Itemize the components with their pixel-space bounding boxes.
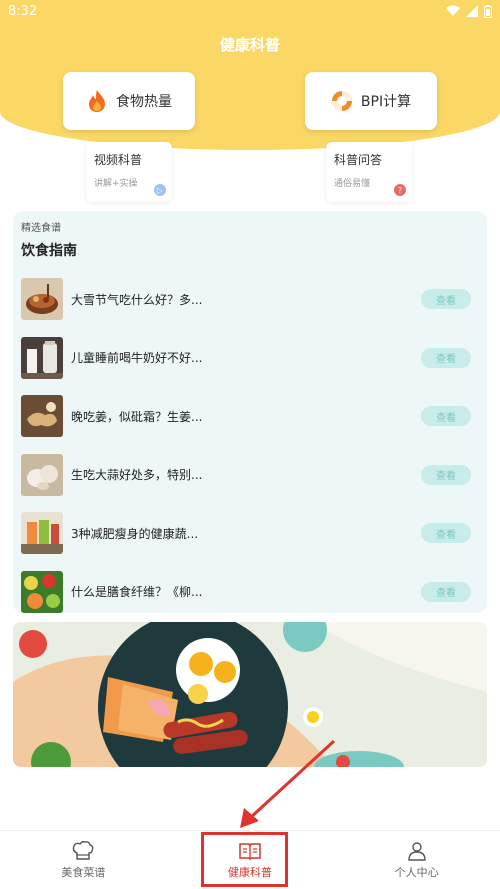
guide-label: 精选食谱 [21, 223, 61, 234]
guide-title: 饮食指南 [21, 243, 77, 259]
list-item[interactable]: 3种减肥瘦身的健康蔬... 查看 [21, 504, 479, 563]
status-icons [446, 4, 492, 18]
bpi-calc-button[interactable]: BPI计算 [305, 72, 437, 130]
ginger-thumbnail [21, 395, 63, 438]
milk-thumbnail [21, 336, 63, 379]
list-item[interactable]: 大雪节气吃什么好？多... 查看 [21, 270, 479, 329]
view-button[interactable]: 查看 [421, 347, 471, 368]
qa-science-title: 科普问答 [334, 153, 383, 167]
page-title: 健康科普 [219, 36, 280, 54]
breakfast-banner-image[interactable] [13, 622, 487, 767]
wifi-icon [446, 5, 460, 16]
diet-guide-panel: 精选食谱 饮食指南 大雪节气吃什么好？多... 查看 儿童睡前喝牛奶好不好...… [13, 211, 487, 613]
guide-list: 大雪节气吃什么好？多... 查看 儿童睡前喝牛奶好不好... 查看 晚吃姜，似砒… [21, 270, 479, 621]
qa-science-card[interactable]: 科普问答 通俗易懂 ? [326, 142, 412, 202]
flame-icon [86, 90, 108, 112]
question-icon: ? [394, 184, 406, 196]
list-item[interactable]: 什么是膳食纤维？《柳... 查看 [21, 563, 479, 622]
list-item-title: 儿童睡前喝牛奶好不好... [71, 351, 203, 366]
vegetable-juice-thumbnail [21, 512, 63, 555]
tab-profile[interactable]: 个人中心 [333, 831, 500, 889]
tab-recipes-label: 美食菜谱 [61, 865, 106, 879]
list-item-title: 大雪节气吃什么好？多... [71, 292, 203, 307]
highlight-box [201, 832, 288, 887]
list-item-title: 生吃大蒜好处多，特别... [71, 468, 203, 483]
view-button[interactable]: 查看 [421, 464, 471, 485]
status-time: 8:32 [8, 3, 38, 19]
list-item[interactable]: 生吃大蒜好处多，特别... 查看 [21, 446, 479, 505]
list-item-title: 什么是膳食纤维？《柳... [71, 585, 203, 600]
list-item-title: 3种减肥瘦身的健康蔬... [71, 526, 199, 541]
play-icon: ▷ [154, 184, 166, 196]
status-bar: 8:32 [0, 0, 500, 22]
video-science-title: 视频科普 [94, 153, 143, 167]
view-button[interactable]: 查看 [421, 406, 471, 427]
lifebuoy-icon [331, 90, 353, 112]
list-item-title: 晚吃姜，似砒霜？生姜... [71, 409, 203, 424]
view-button[interactable]: 查看 [421, 523, 471, 544]
user-icon [406, 841, 428, 861]
tab-profile-label: 个人中心 [394, 865, 439, 879]
chef-hat-icon [72, 840, 94, 861]
garlic-thumbnail [21, 453, 63, 496]
view-button[interactable]: 查看 [421, 581, 471, 602]
signal-icon [466, 5, 478, 17]
food-calories-button[interactable]: 食物热量 [63, 72, 195, 130]
tab-recipes[interactable]: 美食菜谱 [0, 831, 167, 889]
list-item[interactable]: 儿童睡前喝牛奶好不好... 查看 [21, 329, 479, 388]
video-science-card[interactable]: 视频科普 讲解+实操 ▷ [86, 142, 172, 202]
bpi-calc-label: BPI计算 [360, 94, 412, 110]
stew-thumbnail [21, 278, 63, 321]
view-button[interactable]: 查看 [421, 289, 471, 310]
fiber-foods-thumbnail [21, 570, 63, 613]
battery-icon [484, 4, 492, 18]
list-item[interactable]: 晚吃姜，似砒霜？生姜... 查看 [21, 387, 479, 446]
food-calories-label: 食物热量 [116, 94, 172, 110]
